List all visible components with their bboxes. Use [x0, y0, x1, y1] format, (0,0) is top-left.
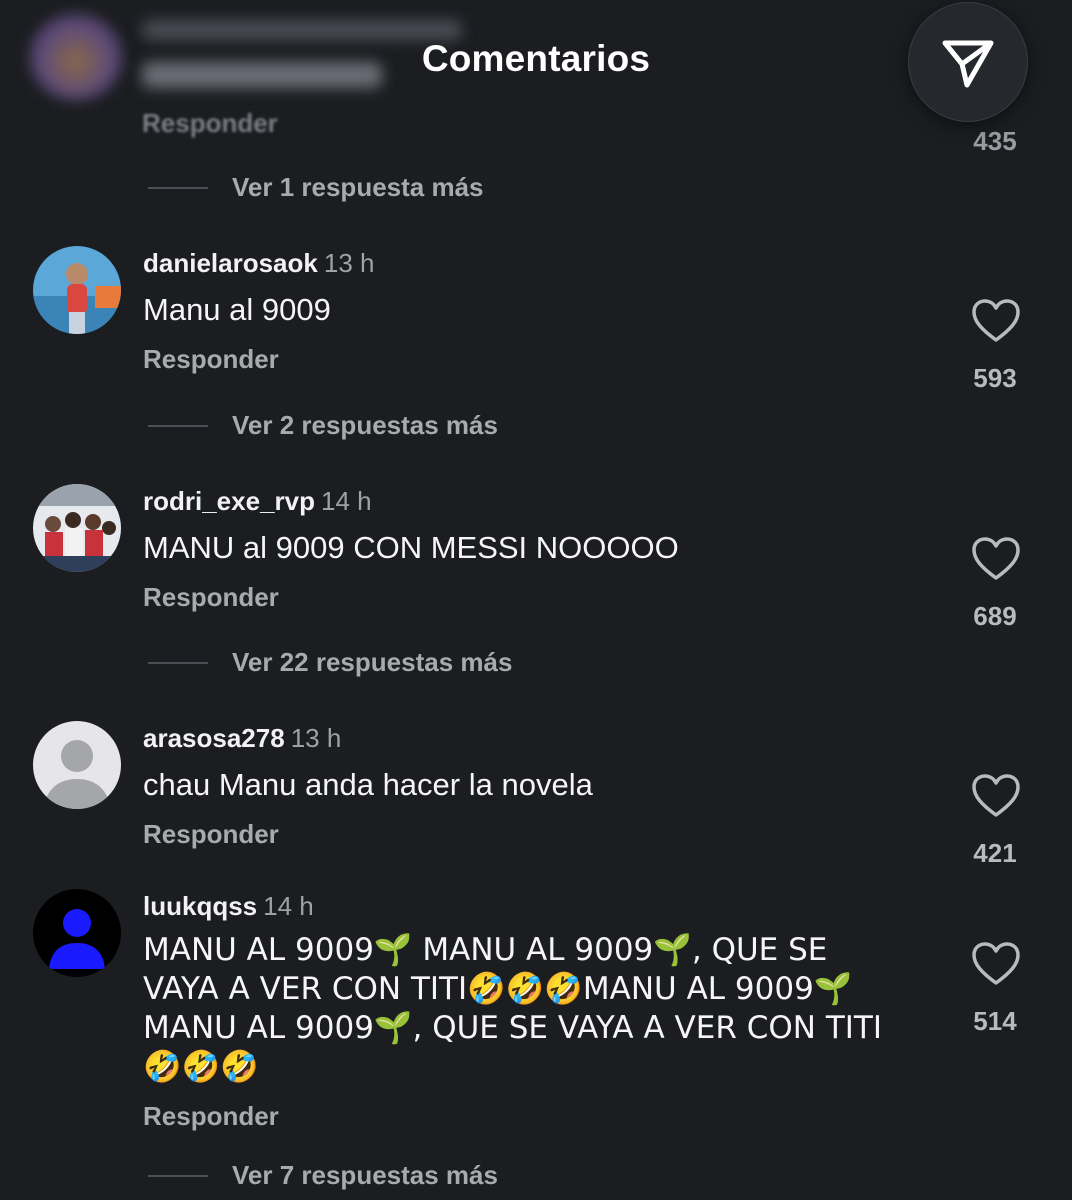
view-replies-label: Ver 7 respuestas más — [232, 1160, 498, 1190]
comment-text: MANU AL 9009🌱 MANU AL 9009🌱, QUE SE VAYA… — [143, 931, 882, 1087]
reply-button[interactable]: Responder — [143, 582, 279, 613]
like-button[interactable] — [971, 773, 1021, 819]
comment-meta: danielarosaok 13 h — [143, 248, 374, 279]
comment-text-line: MANU AL 9009🌱 MANU AL 9009🌱, QUE SE — [143, 932, 828, 968]
heart-icon — [972, 774, 1020, 817]
comment-meta: luukqqss 14 h — [143, 891, 314, 922]
avatar[interactable] — [33, 721, 121, 809]
heart-icon — [972, 537, 1020, 580]
view-replies-label: Ver 1 respuesta más — [232, 172, 484, 202]
like-count: 514 — [973, 1006, 1017, 1036]
comment-meta: arasosa278 13 h — [143, 723, 341, 754]
divider — [148, 424, 208, 427]
view-replies-button[interactable]: Ver 1 respuesta más — [148, 172, 484, 203]
view-replies-button[interactable]: Ver 7 respuestas más — [148, 1160, 498, 1191]
reply-button[interactable]: Responder — [143, 819, 279, 850]
comment-text: Manu al 9009 — [143, 292, 331, 327]
avatar[interactable] — [33, 484, 121, 572]
like-count: 435 — [973, 126, 1017, 156]
divider — [148, 1174, 208, 1177]
comment-text: chau Manu anda hacer la novela — [143, 767, 593, 802]
username[interactable]: danielarosaok — [143, 248, 318, 278]
like-button[interactable] — [971, 536, 1021, 582]
heart-icon — [972, 942, 1020, 985]
divider — [148, 186, 208, 189]
like-count: 689 — [973, 601, 1017, 631]
username[interactable]: arasosa278 — [143, 723, 285, 753]
view-replies-button[interactable]: Ver 22 respuestas más — [148, 647, 512, 678]
view-replies-label: Ver 2 respuestas más — [232, 410, 498, 440]
heart-icon — [972, 299, 1020, 342]
default-avatar-icon — [33, 721, 121, 809]
avatar[interactable] — [33, 889, 121, 977]
timestamp: 13 h — [323, 248, 375, 278]
divider — [148, 661, 208, 664]
blurred-username — [142, 20, 462, 40]
timestamp: 14 h — [320, 486, 372, 516]
view-replies-label: Ver 22 respuestas más — [232, 647, 513, 677]
paper-plane-icon — [942, 40, 994, 88]
reply-button[interactable]: Responder — [142, 108, 278, 139]
username[interactable]: rodri_exe_rvp — [143, 486, 315, 516]
reply-button[interactable]: Responder — [143, 344, 279, 375]
comment-text-line: MANU AL 9009🌱, QUE SE VAYA A VER CON TIT… — [143, 1010, 882, 1046]
reply-button[interactable]: Responder — [143, 1101, 279, 1132]
comment-text: MANU al 9009 CON MESSI NOOOOO — [143, 530, 679, 565]
timestamp: 14 h — [263, 891, 314, 921]
comments-screen: Responder 435 Comentarios Ver 1 respuest… — [0, 0, 1072, 1200]
username[interactable]: luukqqss — [143, 891, 257, 921]
like-button[interactable] — [971, 298, 1021, 344]
comment-text-line: 🤣🤣🤣 — [143, 1049, 259, 1085]
like-count: 593 — [973, 363, 1017, 393]
like-count: 421 — [973, 838, 1017, 868]
avatar[interactable] — [33, 246, 121, 334]
comment-text-line: VAYA A VER CON TITI🤣🤣🤣MANU AL 9009🌱 — [143, 971, 853, 1007]
view-replies-button[interactable]: Ver 2 respuestas más — [148, 410, 498, 441]
user-icon — [33, 889, 121, 977]
like-button[interactable] — [971, 941, 1021, 987]
timestamp: 13 h — [290, 723, 342, 753]
share-button[interactable] — [908, 2, 1028, 122]
comment-meta: rodri_exe_rvp 14 h — [143, 486, 372, 517]
